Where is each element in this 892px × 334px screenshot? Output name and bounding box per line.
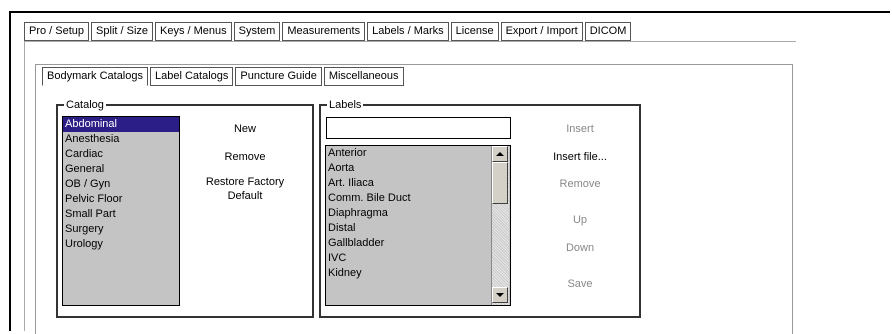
- label-item-kidney[interactable]: Kidney: [326, 266, 510, 281]
- tab-bodymark-catalogs[interactable]: Bodymark Catalogs: [42, 67, 148, 86]
- tab-license[interactable]: License: [450, 22, 499, 41]
- tab-labels-marks[interactable]: Labels / Marks: [367, 22, 449, 41]
- label-input[interactable]: [326, 117, 511, 139]
- tab-export-import[interactable]: Export / Import: [500, 22, 583, 41]
- sub-tab-bar: Bodymark Catalogs Label Catalogs Punctur…: [42, 67, 406, 86]
- label-item-aorta[interactable]: Aorta: [326, 161, 510, 176]
- labels-group-label: Labels: [327, 98, 364, 112]
- top-tab-bar: Pro / Setup Split / Size Keys / Menus Sy…: [24, 22, 633, 41]
- insert-file-button[interactable]: Insert file...: [530, 150, 630, 164]
- chevron-up-icon: [496, 152, 504, 156]
- tab-measurements[interactable]: Measurements: [282, 22, 366, 41]
- scroll-thumb[interactable]: [492, 162, 508, 204]
- label-item-anterior[interactable]: Anterior: [326, 146, 510, 161]
- label-item-ivc[interactable]: IVC: [326, 251, 510, 266]
- catalog-item-urology[interactable]: Urology: [63, 237, 179, 252]
- catalog-item-small-part[interactable]: Small Part: [63, 207, 179, 222]
- catalog-item-abdominal[interactable]: Abdominal: [63, 117, 179, 132]
- label-item-gallbladder[interactable]: Gallbladder: [326, 236, 510, 251]
- tab-split-size[interactable]: Split / Size: [91, 22, 154, 41]
- restore-factory-default-button[interactable]: Restore Factory Default: [185, 175, 305, 203]
- tab-label-catalogs[interactable]: Label Catalogs: [150, 67, 234, 86]
- label-item-distal[interactable]: Distal: [326, 221, 510, 236]
- catalog-list[interactable]: Abdominal Anesthesia Cardiac General OB …: [62, 116, 180, 306]
- catalog-item-anesthesia[interactable]: Anesthesia: [63, 132, 179, 147]
- remove-label-button[interactable]: Remove: [530, 177, 630, 191]
- catalog-item-surgery[interactable]: Surgery: [63, 222, 179, 237]
- labels-scrollbar[interactable]: [491, 146, 509, 305]
- scroll-up-button[interactable]: [492, 146, 508, 162]
- new-button[interactable]: New: [200, 122, 290, 136]
- label-item-diaphragma[interactable]: Diaphragma: [326, 206, 510, 221]
- catalog-item-cardiac[interactable]: Cardiac: [63, 147, 179, 162]
- label-item-art-iliaca[interactable]: Art. Iliaca: [326, 176, 510, 191]
- chevron-down-icon: [496, 293, 504, 297]
- label-item-comm-bile-duct[interactable]: Comm. Bile Duct: [326, 191, 510, 206]
- scroll-down-button[interactable]: [492, 287, 508, 303]
- labels-list[interactable]: Anterior Aorta Art. Iliaca Comm. Bile Du…: [325, 145, 511, 306]
- catalog-group-label: Catalog: [64, 98, 106, 112]
- down-button[interactable]: Down: [530, 241, 630, 255]
- insert-button[interactable]: Insert: [530, 122, 630, 136]
- tab-pro-setup[interactable]: Pro / Setup: [24, 22, 90, 41]
- tab-keys-menus[interactable]: Keys / Menus: [155, 22, 232, 41]
- catalog-item-general[interactable]: General: [63, 162, 179, 177]
- tab-system[interactable]: System: [233, 22, 281, 41]
- remove-catalog-button[interactable]: Remove: [200, 150, 290, 164]
- save-button[interactable]: Save: [530, 277, 630, 291]
- tab-dicom[interactable]: DICOM: [584, 22, 632, 41]
- tab-puncture-guide[interactable]: Puncture Guide: [235, 67, 322, 86]
- tab-miscellaneous[interactable]: Miscellaneous: [323, 67, 404, 86]
- catalog-item-ob-gyn[interactable]: OB / Gyn: [63, 177, 179, 192]
- up-button[interactable]: Up: [530, 213, 630, 227]
- catalog-item-pelvic-floor[interactable]: Pelvic Floor: [63, 192, 179, 207]
